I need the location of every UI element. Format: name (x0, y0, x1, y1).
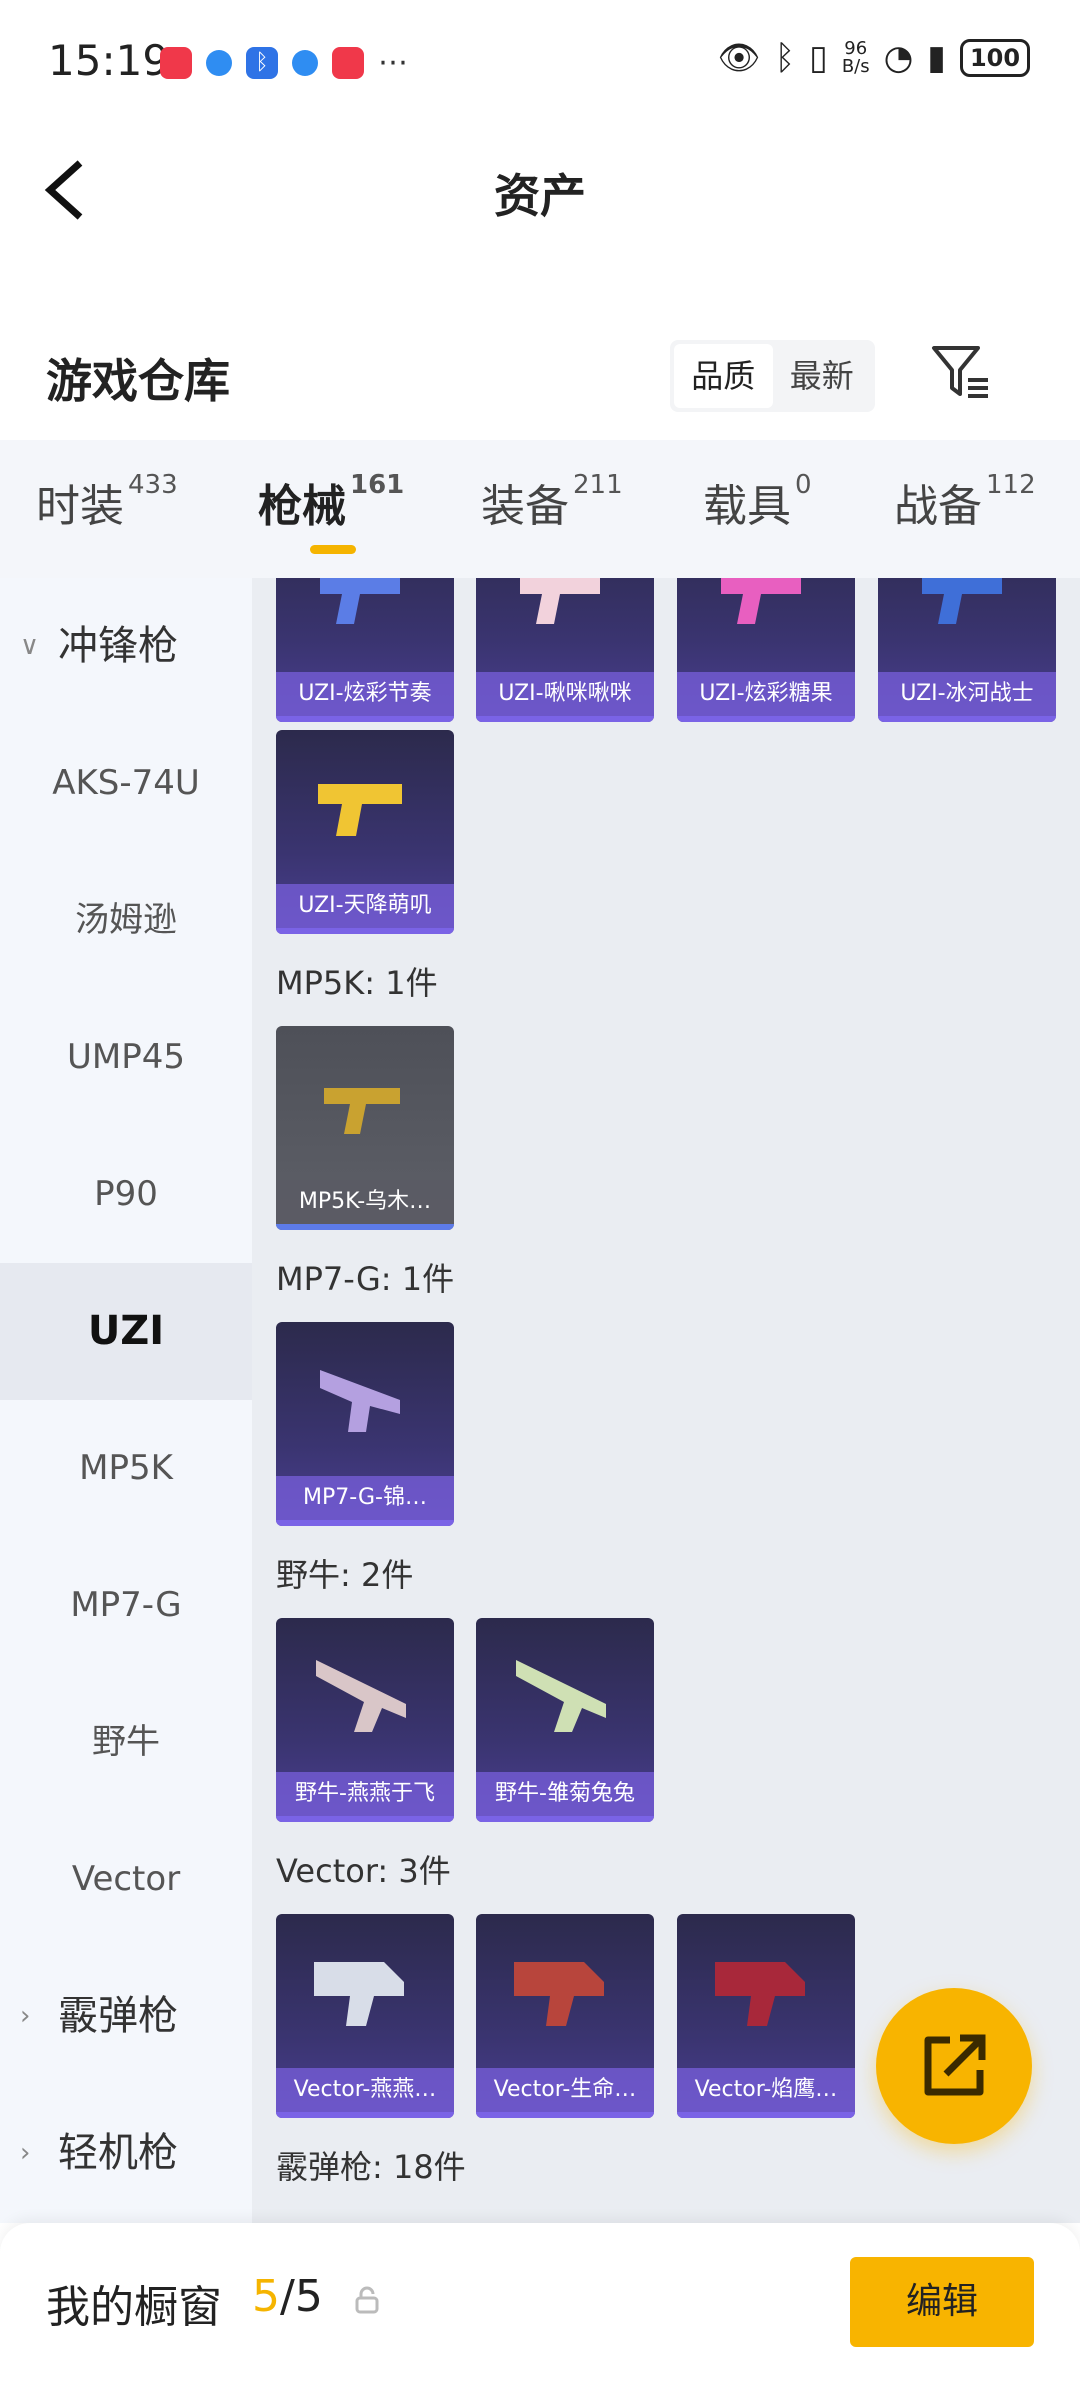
sort-toggle: 品质 最新 (670, 340, 875, 412)
app-notification-icon (160, 46, 192, 79)
skin-name: UZI-啾咪啾咪 (476, 672, 654, 716)
skin-name: MP7-G-锦… (276, 1476, 454, 1520)
tab-firearms[interactable]: 枪械 161 (258, 470, 404, 534)
chevron-right-icon: › (20, 2138, 31, 2168)
nav-item-vector[interactable]: Vector (0, 1811, 252, 1948)
sort-quality-option[interactable]: 品质 (674, 344, 773, 408)
skin-card[interactable]: UZI-啾咪啾咪 (476, 578, 654, 722)
eye-icon: 👁 (717, 38, 761, 78)
app-notification-icon (206, 49, 232, 76)
nav-item-aks74u[interactable]: AKS-74U (0, 715, 252, 852)
skin-card[interactable]: UZI-炫彩节奏 (276, 578, 454, 722)
skin-name: MP5K-乌木… (276, 1180, 454, 1224)
nav-item-uzi[interactable]: UZI (0, 1263, 252, 1400)
weapon-group-title: MP5K: 1件 (276, 964, 438, 1002)
nav-group-shotgun[interactable]: › 霰弹枪 (0, 1948, 252, 2085)
gun-image (314, 1962, 404, 2026)
nav-item-ump45[interactable]: UMP45 (0, 989, 252, 1126)
weapon-category-nav: ∨ 冲锋枪 AKS-74U 汤姆逊 UMP45 P90 UZI MP5K MP7… (0, 578, 252, 2223)
bluetooth-notification-icon: ᛒ (246, 46, 278, 79)
network-speed: 96 B/s (841, 38, 870, 77)
skin-card[interactable]: Vector-生命… (476, 1914, 654, 2118)
showcase-count: 5/5 (252, 2271, 323, 2322)
wifi-icon: ◔ (883, 38, 914, 78)
app-header: 资产 (0, 125, 1080, 255)
filter-button[interactable] (928, 340, 994, 406)
skin-name: UZI-冰河战士 (878, 672, 1056, 716)
showcase-bar: 我的橱窗 5/5 编辑 (0, 2223, 1080, 2382)
category-tabs: 时装 433 枪械 161 装备 211 载具 0 战备 112 (0, 440, 1080, 578)
tab-combat-gear[interactable]: 战备 112 (894, 470, 1036, 534)
share-icon (924, 2034, 986, 2096)
skin-name: UZI-天降萌叽 (276, 884, 454, 928)
gun-image (320, 578, 400, 624)
chevron-down-icon: ∨ (20, 631, 40, 661)
battery-indicator: 100 (960, 39, 1030, 77)
gun-image (320, 1370, 400, 1432)
nav-item-mp7g[interactable]: MP7-G (0, 1537, 252, 1674)
active-tab-indicator (310, 545, 356, 554)
gun-image (715, 1962, 805, 2026)
skin-card[interactable]: 野牛-燕燕于飞 (276, 1618, 454, 1822)
filter-icon (932, 346, 988, 398)
skin-name: Vector-燕燕… (276, 2068, 454, 2112)
more-notifications-icon: ⋯ (378, 45, 408, 80)
bluetooth-icon: ᛒ (774, 38, 796, 78)
tab-vehicles[interactable]: 载具 0 (703, 470, 812, 534)
section-title: 游戏仓库 (46, 354, 230, 408)
share-button[interactable] (876, 1988, 1032, 2144)
page-title: 资产 (494, 169, 586, 223)
skin-card[interactable]: UZI-冰河战士 (878, 578, 1056, 722)
skin-card[interactable]: 野牛-雏菊兔兔 (476, 1618, 654, 1822)
status-bar: 15:19 ᛒ ⋯ 👁 ᛒ ▯ 96 B/s ◔ ▮ 100 (0, 0, 1080, 125)
skin-name: UZI-炫彩节奏 (276, 672, 454, 716)
weapon-group-title: Vector: 3件 (276, 1852, 451, 1890)
sort-latest-option[interactable]: 最新 (773, 344, 872, 408)
skin-name: Vector-生命… (476, 2068, 654, 2112)
app-notification-icon (292, 49, 318, 76)
nav-item-bison[interactable]: 野牛 (0, 1674, 252, 1811)
edit-button[interactable]: 编辑 (850, 2257, 1034, 2347)
app-notification-icon (332, 46, 364, 79)
weapon-group-title: MP7-G: 1件 (276, 1260, 455, 1298)
weapon-grid: UZI-炫彩节奏 UZI-啾咪啾咪 UZI-炫彩糖果 UZI-冰河战士 UZI-… (252, 578, 1080, 2223)
weapon-group-title: 野牛: 2件 (276, 1556, 414, 1594)
nav-item-p90[interactable]: P90 (0, 1126, 252, 1263)
skin-card[interactable]: UZI-炫彩糖果 (677, 578, 855, 722)
status-time: 15:19 (48, 36, 170, 85)
system-icons: 👁 ᛒ ▯ 96 B/s ◔ ▮ 100 (718, 38, 1030, 78)
skin-name: Vector-焰鹰… (677, 2068, 855, 2112)
weapon-group-title: 霰弹枪: 18件 (276, 2148, 466, 2186)
gun-image (324, 1088, 400, 1134)
nav-item-mp5k[interactable]: MP5K (0, 1400, 252, 1537)
gun-image (520, 578, 600, 624)
skin-card[interactable]: MP7-G-锦… (276, 1322, 454, 1526)
skin-card[interactable]: MP5K-乌木… (276, 1026, 454, 1230)
gun-image (318, 784, 402, 836)
skin-name: 野牛-燕燕于飞 (276, 1772, 454, 1816)
skin-name: 野牛-雏菊兔兔 (476, 1772, 654, 1816)
notification-icons: ᛒ ⋯ (160, 45, 408, 80)
lock-icon (352, 2285, 382, 2315)
tab-equipment[interactable]: 装备 211 (481, 470, 623, 534)
gun-image (316, 1660, 406, 1732)
nav-item-thompson[interactable]: 汤姆逊 (0, 852, 252, 989)
alert-icon: ▮ (927, 38, 946, 78)
gun-image (922, 578, 1002, 624)
gun-image (721, 578, 801, 624)
skin-name: UZI-炫彩糖果 (677, 672, 855, 716)
skin-card[interactable]: Vector-燕燕… (276, 1914, 454, 2118)
gun-image (516, 1660, 606, 1732)
nav-group-smg[interactable]: ∨ 冲锋枪 (0, 578, 252, 715)
vibrate-icon: ▯ (809, 38, 828, 78)
chevron-right-icon: › (20, 2001, 31, 2031)
tab-fashion[interactable]: 时装 433 (36, 470, 178, 534)
nav-group-lmg[interactable]: › 轻机枪 (0, 2085, 252, 2222)
skin-card[interactable]: UZI-天降萌叽 (276, 730, 454, 934)
gun-image (514, 1962, 604, 2026)
skin-card[interactable]: Vector-焰鹰… (677, 1914, 855, 2118)
section-header: 游戏仓库 品质 最新 (0, 310, 1080, 440)
showcase-label: 我的橱窗 (46, 2282, 222, 2333)
